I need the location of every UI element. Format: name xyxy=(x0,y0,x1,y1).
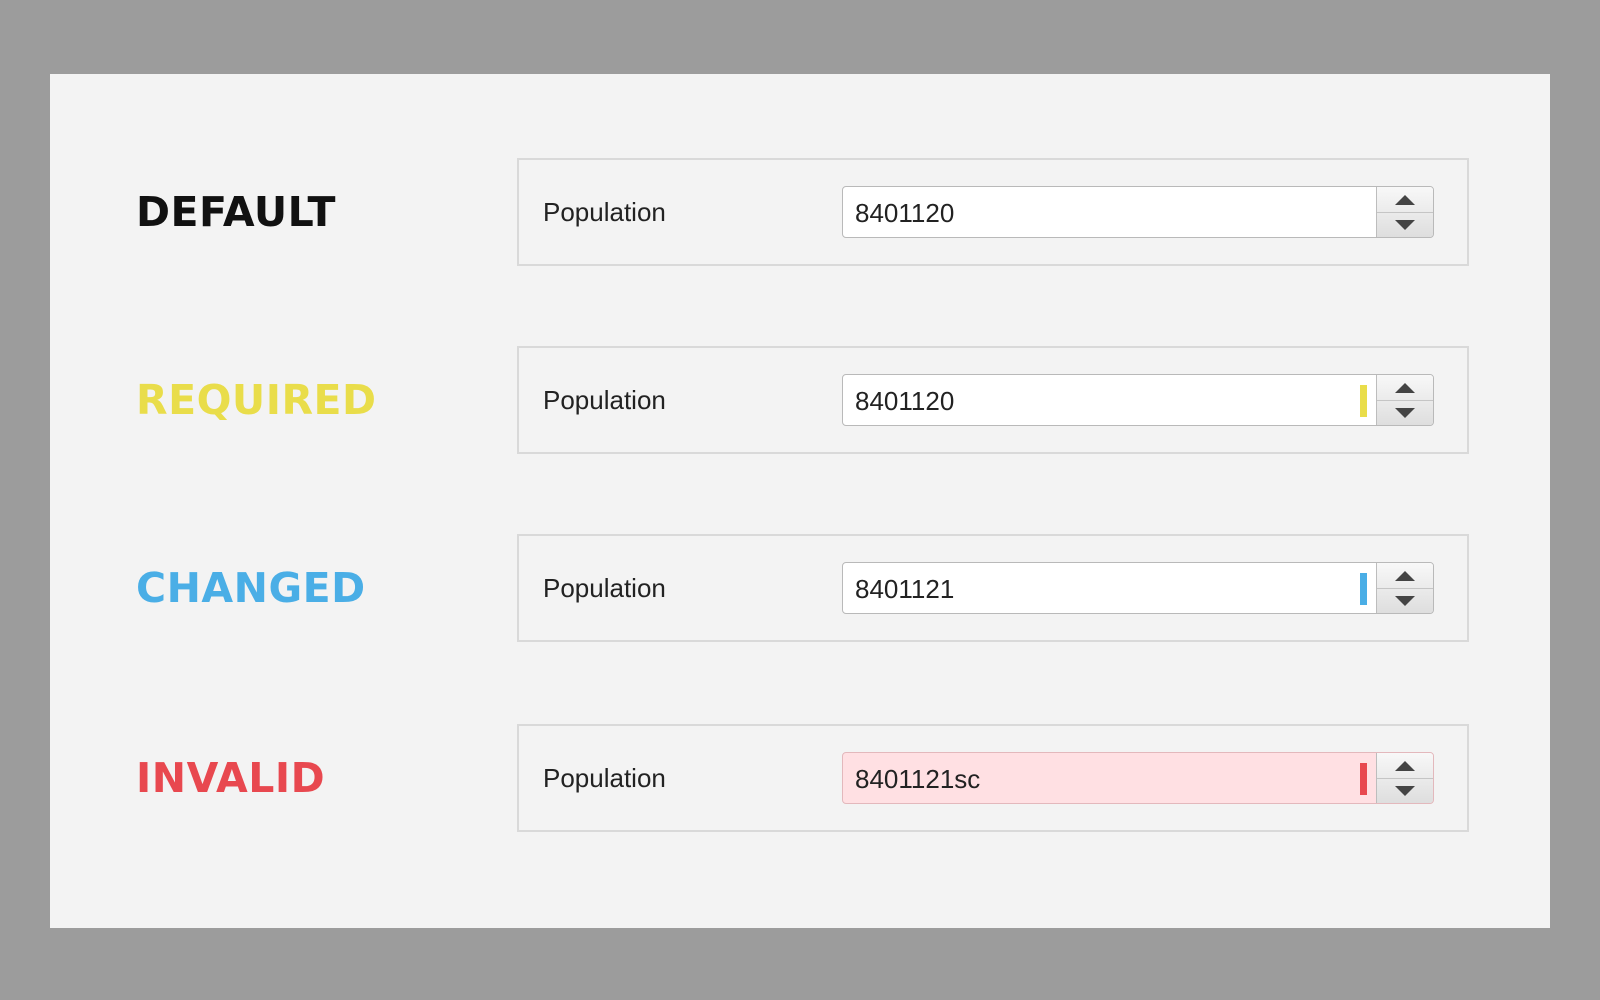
decrement-button[interactable] xyxy=(1377,212,1433,237)
field-box-changed: Population 8401121 xyxy=(517,534,1469,642)
state-label-required: REQUIRED xyxy=(136,376,377,424)
stepper xyxy=(1376,375,1433,425)
triangle-up-icon xyxy=(1395,760,1415,771)
field-label: Population xyxy=(543,385,666,415)
stepper xyxy=(1376,753,1433,803)
field-box-invalid: Population 8401121sc xyxy=(517,724,1469,832)
changed-indicator xyxy=(1360,573,1367,605)
required-indicator xyxy=(1360,385,1367,417)
triangle-up-icon xyxy=(1395,382,1415,393)
input-value[interactable]: 8401121 xyxy=(855,563,954,613)
number-input-changed[interactable]: 8401121 xyxy=(842,562,1434,614)
number-input-required[interactable]: 8401120 xyxy=(842,374,1434,426)
row-default: DEFAULT Population 8401120 xyxy=(50,158,1550,266)
stepper xyxy=(1376,187,1433,237)
field-label: Population xyxy=(543,197,666,227)
field-label: Population xyxy=(543,763,666,793)
increment-button[interactable] xyxy=(1377,563,1433,589)
increment-button[interactable] xyxy=(1377,375,1433,401)
triangle-up-icon xyxy=(1395,570,1415,581)
input-value[interactable]: 8401120 xyxy=(855,375,954,425)
number-input-default[interactable]: 8401120 xyxy=(842,186,1434,238)
decrement-button[interactable] xyxy=(1377,778,1433,803)
decrement-button[interactable] xyxy=(1377,588,1433,613)
triangle-down-icon xyxy=(1395,595,1415,606)
invalid-indicator xyxy=(1360,763,1367,795)
triangle-down-icon xyxy=(1395,407,1415,418)
field-label: Population xyxy=(543,573,666,603)
state-label-changed: CHANGED xyxy=(136,564,366,612)
increment-button[interactable] xyxy=(1377,753,1433,779)
triangle-up-icon xyxy=(1395,194,1415,205)
input-value[interactable]: 8401121sc xyxy=(855,753,980,803)
stepper xyxy=(1376,563,1433,613)
decrement-button[interactable] xyxy=(1377,400,1433,425)
field-box-required: Population 8401120 xyxy=(517,346,1469,454)
row-required: REQUIRED Population 8401120 xyxy=(50,346,1550,454)
state-label-default: DEFAULT xyxy=(136,188,336,236)
row-invalid: INVALID Population 8401121sc xyxy=(50,724,1550,832)
input-value[interactable]: 8401120 xyxy=(855,187,954,237)
states-card: DEFAULT Population 8401120 REQUIRED Popu… xyxy=(50,74,1550,928)
increment-button[interactable] xyxy=(1377,187,1433,213)
field-box-default: Population 8401120 xyxy=(517,158,1469,266)
state-label-invalid: INVALID xyxy=(136,754,326,802)
row-changed: CHANGED Population 8401121 xyxy=(50,534,1550,642)
number-input-invalid[interactable]: 8401121sc xyxy=(842,752,1434,804)
triangle-down-icon xyxy=(1395,219,1415,230)
triangle-down-icon xyxy=(1395,785,1415,796)
